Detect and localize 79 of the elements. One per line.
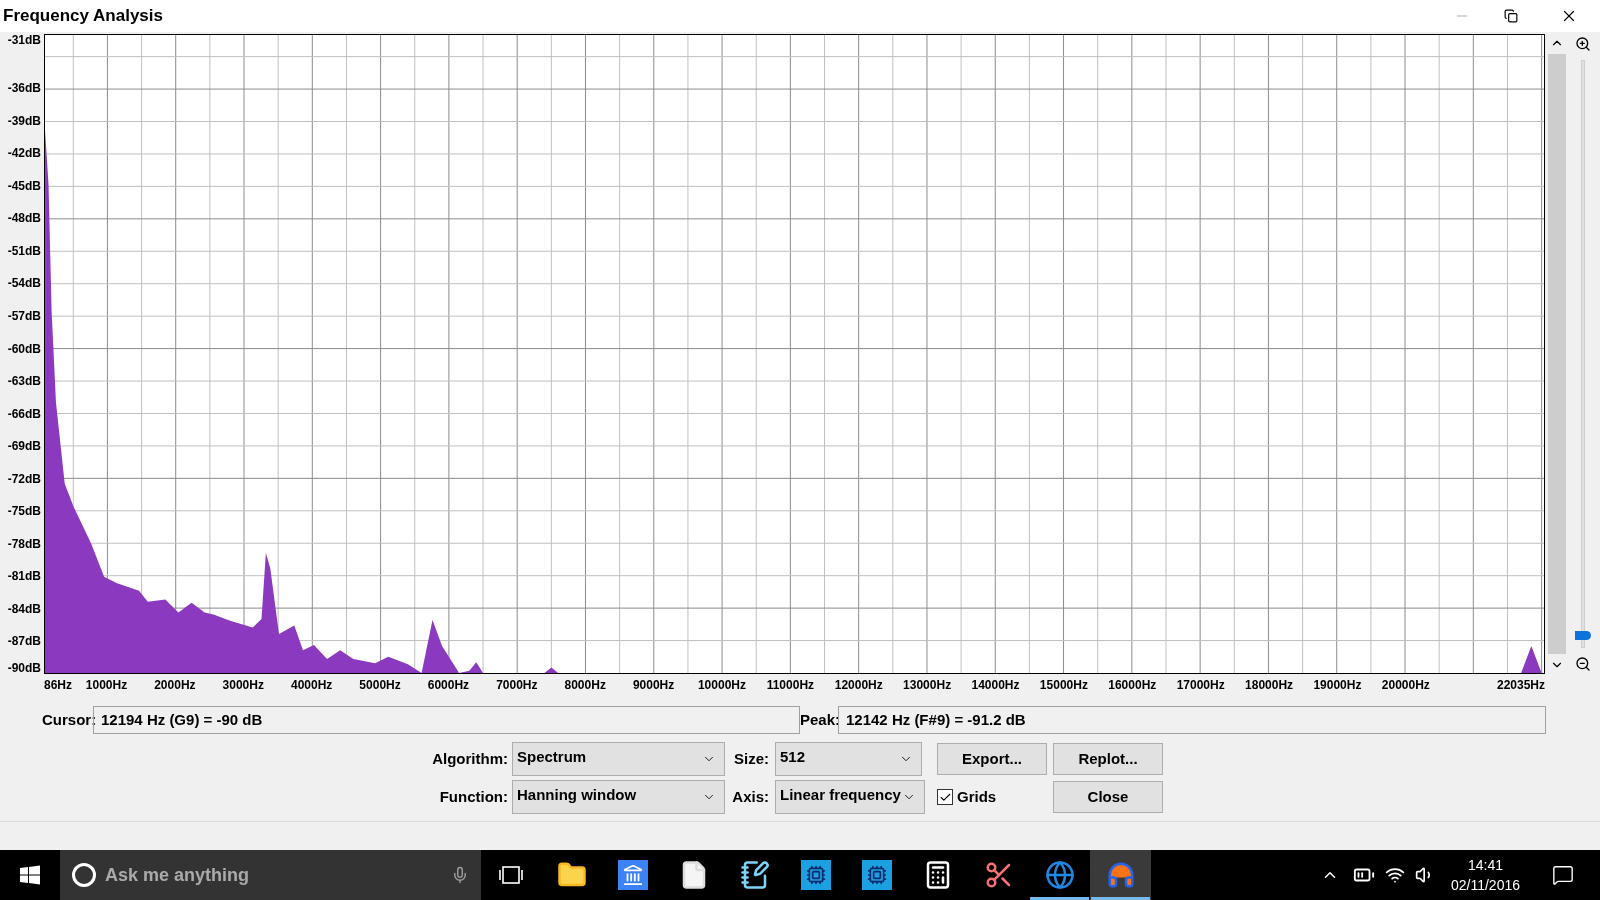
x-axis-label: 15000Hz xyxy=(1039,679,1088,691)
y-axis-label: -45dB xyxy=(7,179,41,192)
building-icon xyxy=(617,860,648,890)
microphone-icon[interactable] xyxy=(451,866,469,884)
peak-field: 12142 Hz (F#9) = -91.2 dB xyxy=(838,706,1546,734)
x-axis-label: 4000Hz xyxy=(290,679,333,691)
globe-icon xyxy=(1044,860,1075,890)
y-axis-label: -66dB xyxy=(7,407,41,420)
peak-label: Peak: xyxy=(800,709,838,730)
x-axis-label: 5000Hz xyxy=(359,679,401,691)
x-axis-label: 1000Hz xyxy=(85,679,128,691)
y-axis-label: -31dB xyxy=(7,34,41,46)
replot-button[interactable]: Replot... xyxy=(1053,743,1163,775)
grids-checkbox[interactable] xyxy=(937,789,953,805)
x-axis-label: 16000Hz xyxy=(1108,679,1157,691)
zoom-out-icon[interactable] xyxy=(1575,656,1591,672)
y-axis-label: -78dB xyxy=(7,537,41,550)
y-axis-label: -36dB xyxy=(7,82,41,95)
x-axis-label: 86Hz xyxy=(44,679,72,691)
y-axis-label: -81dB xyxy=(7,570,41,583)
x-axis-label: 8000Hz xyxy=(564,679,606,691)
cursor-label: Cursor: xyxy=(42,709,93,730)
export-button[interactable]: Export... xyxy=(937,743,1047,775)
x-axis-label: 18000Hz xyxy=(1245,679,1294,691)
y-axis-label: -42dB xyxy=(7,147,41,160)
y-axis-label: -84dB xyxy=(7,602,41,615)
x-axis-label: 14000Hz xyxy=(971,679,1020,691)
algorithm-label: Algorithm: xyxy=(431,748,508,769)
zoom-slider-thumb[interactable] xyxy=(1575,631,1591,641)
x-axis-label: 3000Hz xyxy=(222,679,264,691)
grids-label: Grids xyxy=(957,786,997,807)
x-axis-label: 17000Hz xyxy=(1176,679,1225,691)
restore-icon[interactable] xyxy=(1504,9,1518,23)
zoom-in-icon[interactable] xyxy=(1575,36,1591,52)
y-axis-label: -63dB xyxy=(7,375,41,388)
y-axis-label: -57dB xyxy=(7,310,41,323)
dropdown[interactable]: Linear frequency xyxy=(775,780,925,814)
axis-label: Axis: xyxy=(731,786,770,807)
size-label: Size: xyxy=(733,748,770,769)
notepad-icon xyxy=(739,860,770,890)
function-label: Function: xyxy=(438,786,508,807)
dropdown[interactable]: Spectrum xyxy=(512,742,725,776)
y-axis-label: -72dB xyxy=(7,472,41,485)
notifications-icon[interactable] xyxy=(1552,864,1574,886)
y-axis-label: -75dB xyxy=(7,505,41,518)
scrollbar-track[interactable] xyxy=(1548,54,1566,654)
cursor-field: 12194 Hz (G9) = -90 dB xyxy=(93,706,800,734)
dropdown[interactable]: 512 xyxy=(775,742,922,776)
y-axis-label: -54dB xyxy=(7,277,41,290)
x-axis-label: 6000Hz xyxy=(427,679,470,691)
x-axis-label: 12000Hz xyxy=(834,679,883,691)
x-axis-label: 13000Hz xyxy=(903,679,952,691)
x-axis-label: 20000Hz xyxy=(1381,679,1430,691)
x-axis-label: 22035Hz xyxy=(1496,679,1545,691)
y-axis-label: -60dB xyxy=(7,342,41,355)
search-box[interactable]: Ask me anything xyxy=(60,850,481,900)
x-axis-label: 7000Hz xyxy=(496,679,538,691)
wifi-icon[interactable] xyxy=(1384,865,1405,885)
window-title: Frequency Analysis xyxy=(2,5,163,28)
zoom-slider-track[interactable] xyxy=(1575,60,1591,648)
search-field[interactable]: Ask me anything xyxy=(105,861,442,889)
chip-icon xyxy=(800,860,831,890)
y-axis-label: -39dB xyxy=(7,114,41,127)
y-axis-label: -69dB xyxy=(7,440,41,453)
task-view-icon[interactable] xyxy=(499,865,523,885)
y-axis-label: -87dB xyxy=(7,635,41,648)
x-axis-label: 11000Hz xyxy=(766,679,815,691)
clock[interactable]: 14:41 02/11/2016 xyxy=(1444,855,1526,895)
x-axis-label: 9000Hz xyxy=(632,679,675,691)
x-axis-label: 10000Hz xyxy=(697,679,746,691)
close-button[interactable]: Close xyxy=(1053,781,1163,813)
windows-logo-icon xyxy=(20,865,40,885)
chip-icon xyxy=(861,860,892,890)
y-axis-label: -48dB xyxy=(7,212,41,225)
x-axis-label: 2000Hz xyxy=(154,679,196,691)
y-axis-label: -90dB xyxy=(7,662,41,674)
x-axis-label: 19000Hz xyxy=(1313,679,1362,691)
dropdown[interactable]: Hanning window xyxy=(512,780,725,814)
y-axis-label: -51dB xyxy=(7,244,41,257)
